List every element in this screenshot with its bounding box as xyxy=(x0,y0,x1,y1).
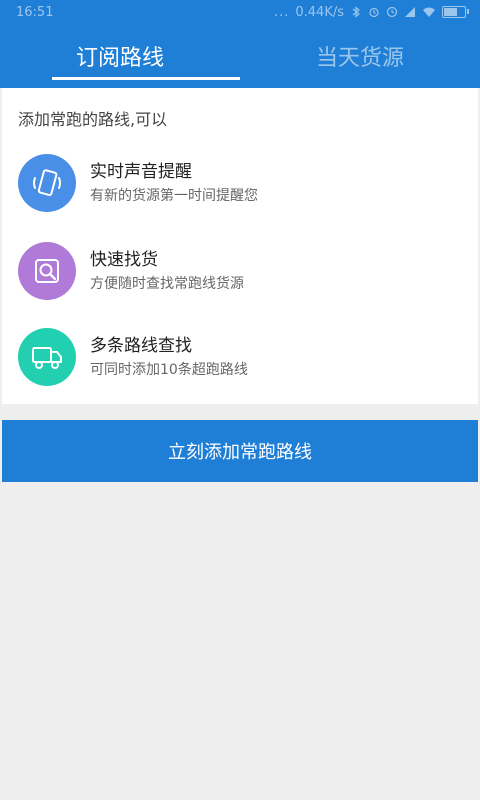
signal-icon xyxy=(405,7,415,17)
battery-icon xyxy=(442,6,469,18)
tab-active-indicator xyxy=(52,77,240,80)
tab-subscribe-routes[interactable]: 订阅路线 xyxy=(0,24,240,88)
status-icons: ... 0.44K/s xyxy=(273,4,469,20)
feature-desc: 可同时添加10条超跑路线 xyxy=(90,362,248,378)
status-bar: 16:51 ... 0.44K/s xyxy=(0,0,480,24)
network-speed: 0.44K/s xyxy=(295,4,344,20)
tab-today-cargo[interactable]: 当天货源 xyxy=(240,24,480,88)
header: 16:51 ... 0.44K/s 订阅路线 当天货源 xyxy=(0,0,480,88)
truck-icon xyxy=(18,328,76,386)
feature-item: 实时声音提醒 有新的货源第一时间提醒您 xyxy=(18,154,258,212)
tab-bar: 订阅路线 当天货源 xyxy=(0,24,480,88)
add-route-button[interactable]: 立刻添加常跑路线 xyxy=(2,420,478,482)
status-time: 16:51 xyxy=(16,4,54,20)
phone-vibrate-icon xyxy=(18,154,76,212)
intro-text: 添加常跑的路线,可以 xyxy=(18,110,168,129)
feature-desc: 有新的货源第一时间提醒您 xyxy=(90,188,258,204)
feature-title: 实时声音提醒 xyxy=(90,162,192,182)
wifi-icon xyxy=(423,7,435,17)
feature-panel: 添加常跑的路线,可以 实时声音提醒 有新的货源第一时间提醒您 快速找货 方便随时… xyxy=(2,88,478,404)
feature-title: 快速找货 xyxy=(90,250,158,270)
feature-title: 多条路线查找 xyxy=(90,336,192,356)
feature-desc: 方便随时查找常跑线货源 xyxy=(90,276,244,292)
feature-item: 多条路线查找 可同时添加10条超跑路线 xyxy=(18,328,248,386)
tab-label: 订阅路线 xyxy=(75,46,164,71)
bluetooth-icon xyxy=(352,6,360,18)
tab-label: 当天货源 xyxy=(315,46,404,71)
clock-icon xyxy=(386,6,398,18)
feature-item: 快速找货 方便随时查找常跑线货源 xyxy=(18,242,244,300)
search-icon xyxy=(18,242,76,300)
status-dots: ... xyxy=(273,4,290,20)
alarm-icon xyxy=(369,7,379,18)
